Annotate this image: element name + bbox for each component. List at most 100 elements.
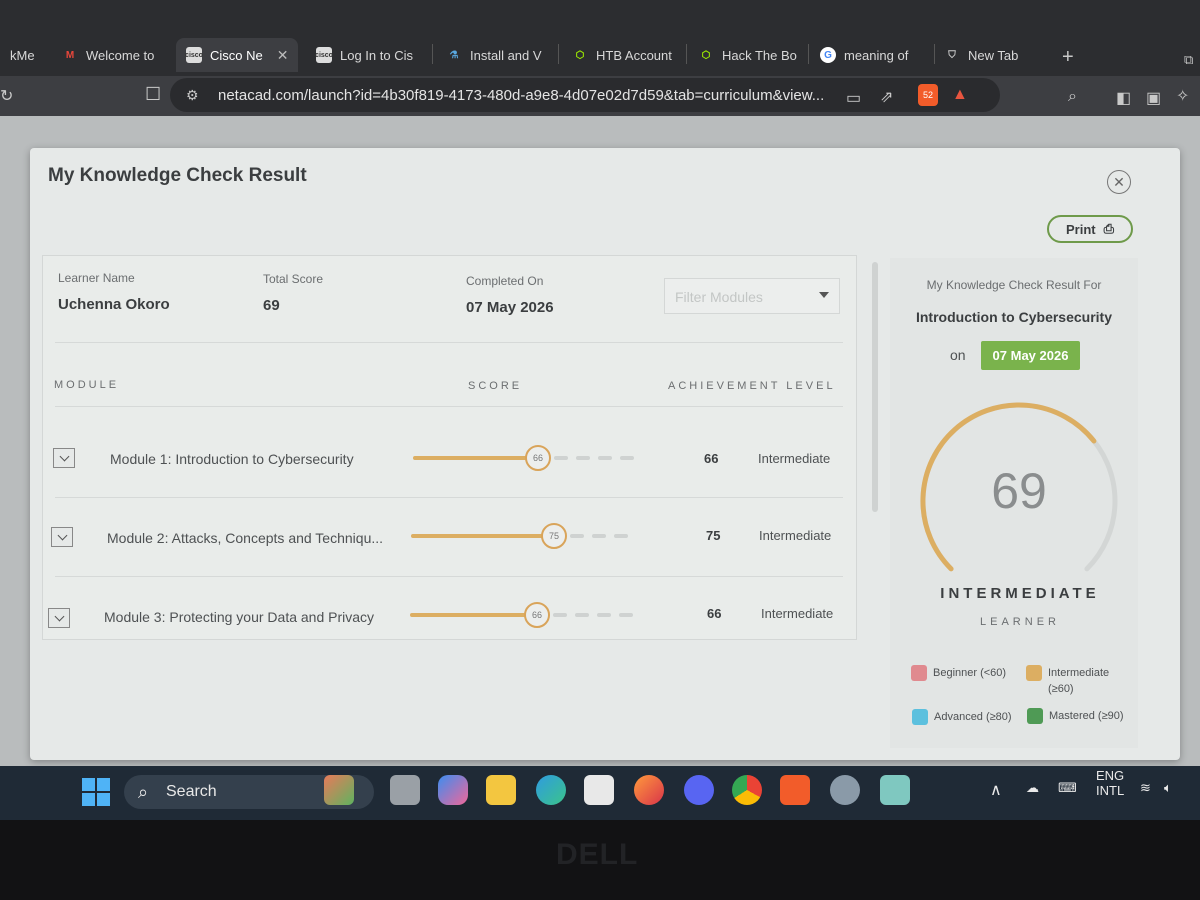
score-bar-fill (410, 613, 527, 617)
bookmark-icon[interactable]: ☐ (145, 84, 161, 105)
divider (55, 406, 843, 407)
column-header-module: MODULE (54, 379, 120, 391)
tab-install[interactable]: ⚗ Install and V (436, 38, 554, 72)
tab-google[interactable]: G meaning of (810, 38, 932, 72)
close-button[interactable]: ✕ (1107, 170, 1131, 194)
score-bar-remaining (592, 534, 606, 538)
legend-beginner: Beginner (<60) (911, 665, 1006, 681)
tab-gmail[interactable]: M Welcome to (52, 38, 162, 72)
tab-kme[interactable]: kMe (0, 38, 42, 72)
tab-search-icon[interactable]: ⧉ (1184, 52, 1193, 68)
chrome-icon[interactable] (732, 775, 762, 805)
date-badge: 07 May 2026 (981, 341, 1080, 370)
brave-icon[interactable] (780, 775, 810, 805)
onedrive-icon[interactable]: ☁ (1026, 780, 1039, 796)
url-text[interactable]: netacad.com/launch?id=4b30f819-4173-480d… (218, 87, 824, 104)
sidebar-toggle-icon[interactable]: ◧ (1116, 88, 1131, 108)
edge-icon[interactable] (536, 775, 566, 805)
achievement-level: INTERMEDIATE (940, 585, 1100, 602)
site-settings-icon[interactable]: ⚙ (186, 87, 199, 104)
score-knob: 66 (525, 445, 551, 471)
keyboard-icon[interactable]: ⌨ (1058, 780, 1077, 796)
score-knob: 66 (524, 602, 550, 628)
legend-swatch (911, 665, 927, 681)
score-bar-remaining (598, 456, 612, 460)
chevron-down-icon (57, 530, 67, 540)
module-name: Module 3: Protecting your Data and Priva… (104, 609, 375, 625)
module-level: Intermediate (761, 606, 834, 621)
tab-cisco-netacad[interactable]: cisco Cisco Ne ✕ (176, 38, 298, 72)
settings-icon[interactable] (830, 775, 860, 805)
total-score-label: Total Score (263, 272, 324, 286)
windows-start-icon[interactable] (82, 778, 110, 806)
module-name: Module 1: Introduction to Cybersecurity (110, 451, 354, 467)
language-indicator[interactable]: ENG INTL (1096, 768, 1124, 798)
score-bar-fill (411, 534, 544, 538)
divider (55, 497, 843, 498)
chevron-down-icon (59, 451, 69, 461)
score-bar-remaining (576, 456, 590, 460)
expand-row-toggle[interactable] (51, 527, 73, 547)
column-header-achievement: ACHIEVEMENT LEVEL (668, 380, 836, 392)
legend-label: Intermediate (≥60) (1048, 667, 1110, 695)
flask-icon: ⚗ (449, 49, 459, 61)
column-header-score: SCORE (468, 380, 523, 392)
course-title: Introduction to Cybersecurity (915, 309, 1113, 325)
print-label: Print (1065, 221, 1096, 237)
microsoft-store-icon[interactable] (584, 775, 614, 805)
tab-label: Cisco Ne (210, 47, 263, 63)
module-name: Module 2: Attacks, Concepts and Techniqu… (107, 530, 384, 546)
new-tab-plus-icon[interactable]: + (1062, 46, 1074, 69)
expand-row-toggle[interactable] (53, 448, 75, 468)
copilot-icon[interactable] (438, 775, 468, 805)
task-view-icon[interactable] (390, 775, 420, 805)
leo-ai-icon[interactable]: ✧ (1176, 86, 1189, 106)
filter-modules-select[interactable]: Filter Modules (664, 278, 840, 314)
module-level: Intermediate (759, 528, 832, 543)
score-bar: 75 (411, 523, 636, 549)
brave-rewards-icon[interactable]: ▲ (952, 86, 968, 104)
dell-logo: DELL (556, 838, 639, 871)
tab-hack-the-box[interactable]: ⬡ Hack The Bo (688, 38, 806, 72)
file-explorer-icon[interactable] (486, 775, 516, 805)
share-icon[interactable]: ⇗ (880, 87, 893, 107)
close-icon[interactable]: ✕ (277, 47, 289, 64)
wifi-icon[interactable]: ≋ (1140, 780, 1151, 796)
score-bar-remaining (619, 613, 633, 617)
tab-label: meaning of (844, 47, 909, 63)
discord-icon[interactable] (684, 775, 714, 805)
chevron-up-icon[interactable]: ∧ (990, 780, 1002, 800)
tab-htb-account[interactable]: ⬡ HTB Account (562, 38, 684, 72)
volume-icon[interactable]: 🔈︎ (1164, 780, 1172, 796)
module-score: 75 (706, 528, 721, 543)
learner-name: Uchenna Okoro (58, 296, 170, 313)
search-icon: ⌕ (138, 782, 149, 802)
notepad-icon[interactable] (880, 775, 910, 805)
on-label: on (950, 347, 966, 363)
brave-shield-icon: ⛉ (948, 49, 956, 61)
widgets-icon[interactable] (324, 775, 354, 805)
tab-new-tab[interactable]: ⛉ New Tab (934, 38, 1052, 72)
reload-icon[interactable]: ↻ (0, 86, 13, 106)
language-line2: INTL (1096, 783, 1125, 798)
cast-icon[interactable]: ▭ (846, 88, 861, 108)
brave-shields-icon[interactable]: 52 (918, 84, 938, 106)
expand-row-toggle[interactable] (48, 608, 70, 628)
module-score: 66 (704, 451, 719, 466)
tab-label: kMe (10, 47, 35, 63)
score-bar-remaining (570, 534, 584, 538)
firefox-icon[interactable] (634, 775, 664, 805)
wallet-icon[interactable]: ▣ (1146, 88, 1161, 108)
completed-on-date: 07 May 2026 (466, 299, 554, 316)
legend-swatch (1027, 708, 1043, 724)
learner-name-label: Learner Name (58, 271, 135, 285)
tab-search-icon[interactable]: ⌕ (1068, 88, 1077, 106)
tab-cisco-login[interactable]: cisco Log In to Cis (306, 38, 428, 72)
tab-label: Log In to Cis (340, 47, 413, 63)
legend-label: Beginner (<60) (933, 667, 1007, 679)
scrollbar[interactable] (872, 262, 878, 512)
htb-cube-icon: ⬡ (701, 49, 711, 61)
score-bar-remaining (554, 456, 568, 460)
print-button[interactable]: Print ⎙ (1047, 215, 1133, 243)
chevron-down-icon (819, 292, 829, 298)
